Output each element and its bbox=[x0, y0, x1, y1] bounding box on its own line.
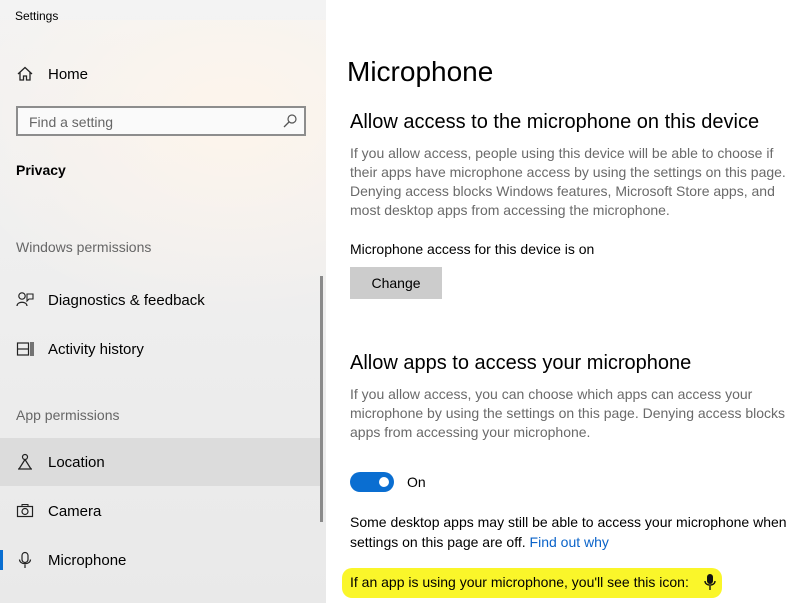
home-icon bbox=[17, 66, 33, 81]
toggle-state-label: On bbox=[407, 474, 426, 490]
sidebar-item-label: Diagnostics & feedback bbox=[48, 291, 205, 309]
category-heading: Privacy bbox=[16, 162, 66, 178]
device-access-heading: Allow access to the microphone on this d… bbox=[350, 111, 760, 133]
device-access-description: If you allow access, people using this d… bbox=[350, 145, 786, 218]
sidebar-item-label: Location bbox=[48, 453, 105, 471]
apps-access-heading: Allow apps to access your microphone bbox=[350, 352, 692, 374]
apps-access-description: If you allow access, you can choose whic… bbox=[350, 386, 786, 440]
selected-indicator bbox=[0, 550, 3, 570]
microphone-icon bbox=[18, 551, 32, 568]
camera-icon bbox=[16, 504, 34, 518]
sidebar-item-camera[interactable]: Camera bbox=[0, 487, 323, 535]
search-icon bbox=[283, 114, 297, 128]
find-out-why-link[interactable]: Find out why bbox=[530, 534, 609, 550]
app-permissions-heading: App permissions bbox=[16, 407, 120, 423]
sidebar-item-diagnostics[interactable]: Diagnostics & feedback bbox=[0, 276, 323, 324]
search-input[interactable]: Find a setting bbox=[16, 106, 306, 136]
home-label: Home bbox=[48, 65, 89, 83]
activity-history-icon bbox=[16, 342, 34, 356]
main-content: Microphone Allow access to the microphon… bbox=[326, 0, 800, 603]
sidebar-item-microphone[interactable]: Microphone bbox=[0, 536, 323, 584]
location-icon bbox=[18, 453, 32, 470]
toggle-knob bbox=[379, 477, 389, 487]
sidebar-item-label: Microphone bbox=[48, 551, 127, 569]
apps-access-toggle[interactable] bbox=[350, 472, 394, 492]
sidebar-scrollbar[interactable] bbox=[320, 276, 323, 522]
window-title: Settings bbox=[15, 9, 59, 23]
home-nav-item[interactable]: Home bbox=[0, 50, 323, 98]
search-placeholder: Find a setting bbox=[29, 114, 114, 130]
sidebar: Settings Home Find a setting Privacy Win… bbox=[0, 0, 326, 603]
change-button[interactable]: Change bbox=[350, 267, 442, 299]
desktop-apps-note: Some desktop apps may still be able to a… bbox=[350, 512, 800, 552]
diagnostics-icon bbox=[16, 292, 34, 307]
icon-notice-text: If an app is using your microphone, you'… bbox=[350, 574, 689, 590]
page-title: Microphone bbox=[347, 56, 494, 87]
windows-permissions-heading: Windows permissions bbox=[16, 239, 152, 255]
device-access-status: Microphone access for this device is on bbox=[350, 241, 595, 257]
sidebar-item-location[interactable]: Location bbox=[0, 438, 323, 486]
sidebar-item-activity-history[interactable]: Activity history bbox=[0, 325, 323, 373]
sidebar-item-label: Activity history bbox=[48, 340, 144, 358]
microphone-in-use-icon bbox=[704, 574, 716, 590]
sidebar-item-label: Camera bbox=[48, 502, 102, 520]
